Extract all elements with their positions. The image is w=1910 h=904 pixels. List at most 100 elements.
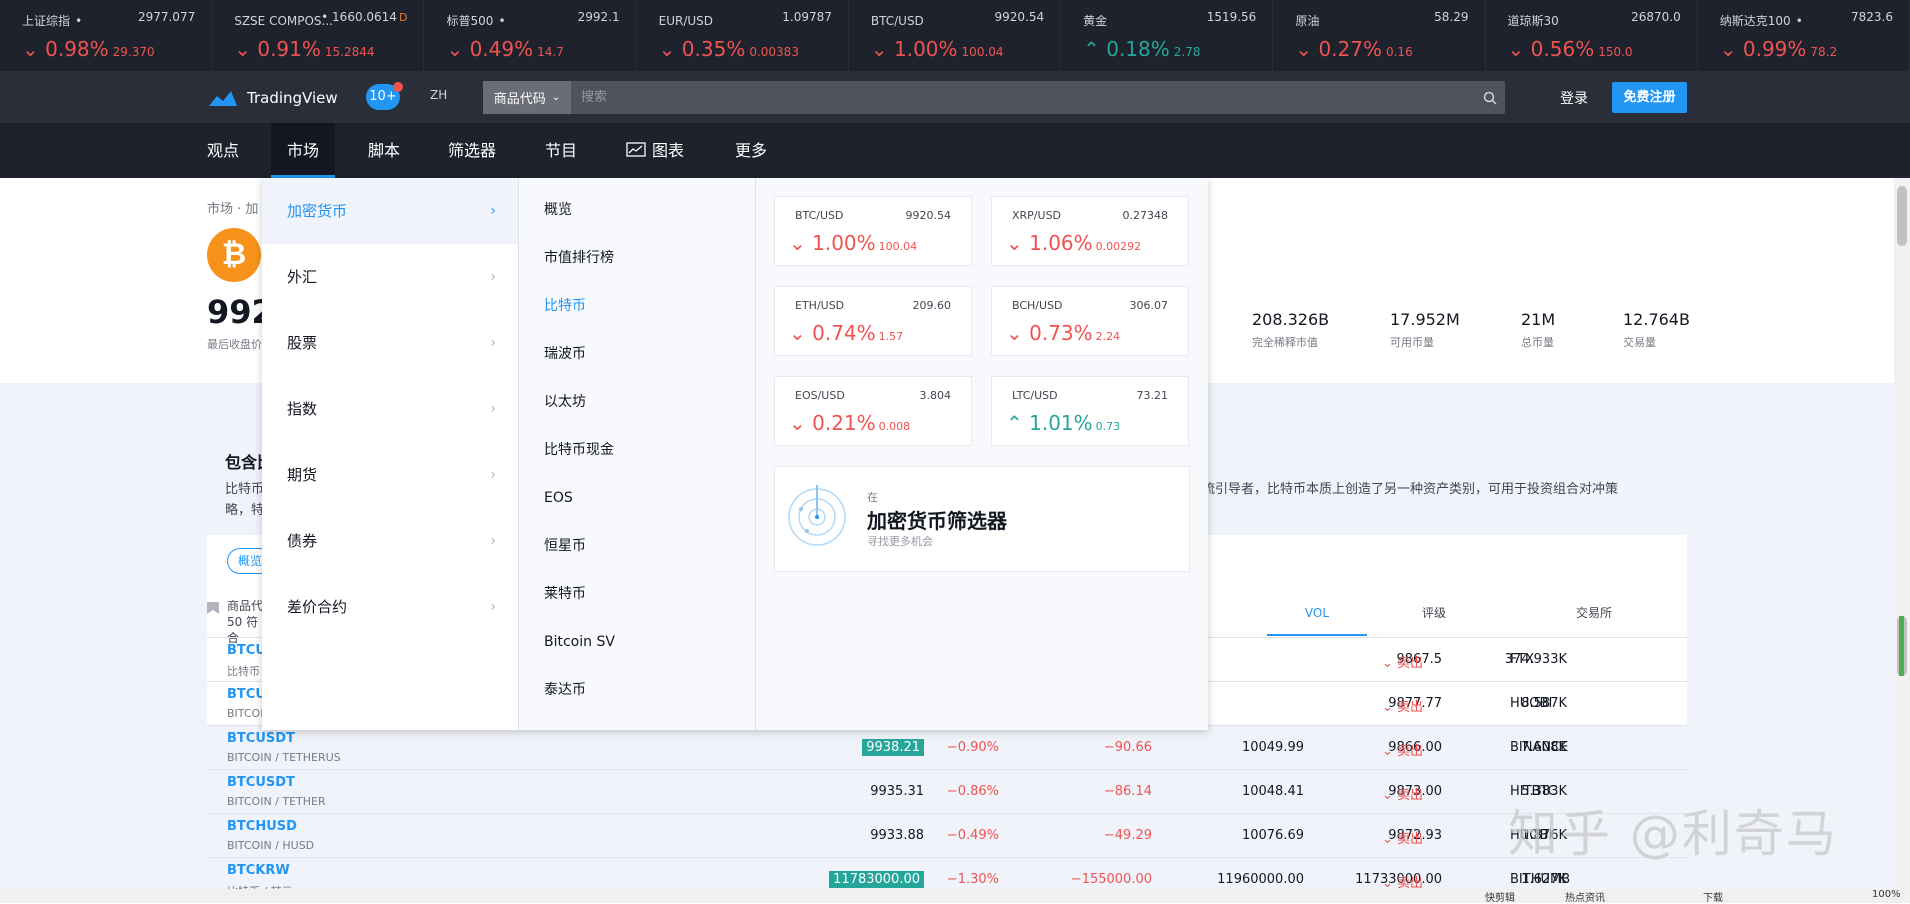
search-input[interactable] [571, 81, 1475, 114]
nav-shows[interactable]: 节目 [545, 123, 577, 178]
nav-ideas[interactable]: 观点 [207, 123, 239, 178]
sub-overview[interactable]: 概览 [519, 186, 755, 234]
chart-icon [626, 142, 646, 157]
quote-card[interactable]: BCH/USD 306.07 ⌄ 0.73% 2.24 [991, 286, 1189, 356]
category-stocks[interactable]: 股票 › [262, 310, 518, 376]
flag-icon [207, 602, 219, 614]
nav-chart[interactable]: 图表 [626, 123, 684, 178]
ticker-change: ⌄ 0.56% 150.0 [1507, 37, 1633, 61]
table-row[interactable]: BTCHUSD BITCOIN / HUSD 9933.88 −0.49% −49… [207, 813, 1687, 857]
ticker-item[interactable]: 上证综指 • 2977.077 ⌄ 0.98% 29.370 [0, 0, 213, 71]
rating-sell: ⌄ 卖出 [1382, 832, 1424, 847]
nav-scripts[interactable]: 脚本 [368, 123, 400, 178]
nav-screener[interactable]: 筛选器 [448, 123, 496, 178]
scroll-marker-green [1899, 616, 1904, 676]
status-zoom[interactable]: 100% [1872, 889, 1901, 900]
ticker-name: SZSE COMPOS... [234, 14, 333, 28]
top-header: TradingView 10+ ZH 商品代码⌄ 登录 免费注册 [0, 71, 1910, 123]
sub-litecoin[interactable]: 莱特币 [519, 570, 755, 618]
ticker-name: 黄金 [1083, 14, 1108, 28]
sub-eos[interactable]: EOS [519, 474, 755, 522]
ticker-item[interactable]: 标普500 • 2992.1 ⌄ 0.49% 14.7 [424, 0, 637, 71]
ticker-price: 2977.077 [137, 10, 196, 24]
notification-badge[interactable]: 10+ [366, 82, 403, 110]
description-text: 略，特 [225, 503, 265, 518]
quote-card[interactable]: EOS/USD 3.804 ⌄ 0.21% 0.008 [774, 376, 972, 446]
sub-bitcoin[interactable]: 比特币 [519, 282, 755, 330]
category-crypto[interactable]: 加密货币 › [262, 178, 518, 244]
rating-sell: ⌄ 卖出 [1382, 700, 1424, 715]
category-bonds[interactable]: 债券 › [262, 508, 518, 574]
chevron-right-icon: › [490, 599, 496, 615]
sub-stellar[interactable]: 恒星币 [519, 522, 755, 570]
ticker-item[interactable]: BTC/USD 9920.54 ⌄ 1.00% 100.04 [849, 0, 1062, 71]
ticker-price: 1.09787 [782, 10, 832, 24]
scroll-thumb[interactable] [1897, 186, 1907, 246]
sub-bitcoin-sv[interactable]: Bitcoin SV [519, 618, 755, 666]
table-row[interactable]: BTCUSDT BITCOIN / TETHER 9935.31 −0.86% −… [207, 769, 1687, 813]
tradingview-logo[interactable]: TradingView [207, 88, 338, 108]
ticker-name: 原油 [1295, 14, 1320, 28]
ticker-price: 58.29 [1434, 10, 1469, 24]
category-forex[interactable]: 外汇 › [262, 244, 518, 310]
chevron-down-icon: ⌄ [551, 92, 561, 103]
register-button[interactable]: 免费注册 [1612, 82, 1687, 113]
sub-bitcoin-cash[interactable]: 比特币现金 [519, 426, 755, 474]
column-vol[interactable]: VOL [1267, 590, 1367, 636]
bitcoin-logo-icon: ₿ [207, 228, 261, 282]
status-download[interactable]: 下载 [1703, 889, 1723, 904]
category-futures[interactable]: 期货 › [262, 442, 518, 508]
sub-ethereum[interactable]: 以太坊 [519, 378, 755, 426]
quote-card[interactable]: LTC/USD 73.21 ⌃ 1.01% 0.73 [991, 376, 1189, 446]
login-link[interactable]: 登录 [1560, 88, 1588, 108]
sub-ripple[interactable]: 瑞波币 [519, 330, 755, 378]
ticker-item[interactable]: SZSE COMPOS... • 1660.0614 D ⌄ 0.91% 15.2844 [212, 0, 425, 71]
logo-text: TradingView [247, 89, 338, 107]
quote-card[interactable]: BTC/USD 9920.54 ⌄ 1.00% 100.04 [774, 196, 972, 266]
ticker-price: 2992.1 [577, 10, 620, 24]
ticker-dot: • [75, 14, 83, 28]
markets-dropdown: 加密货币 › 外汇 › 股票 › 指数 › 期货 › 债券 › 差价合约 › 概览 市值排行榜… [262, 178, 1208, 730]
rating-sell: ⌄ 卖出 [1382, 788, 1424, 803]
watermark: 知乎 @利奇马 [1508, 805, 1838, 863]
search-type-select[interactable]: 商品代码 ⌄ [483, 81, 571, 114]
nav-markets[interactable]: 市场 [271, 123, 336, 178]
sub-market-cap-ranking[interactable]: 市值排行榜 [519, 234, 755, 282]
quote-card[interactable]: ETH/USD 209.60 ⌄ 0.74% 1.57 [774, 286, 972, 356]
ticker-price: 1519.56 [1206, 10, 1257, 24]
ticker-change: ⌄ 1.00% 100.04 [870, 37, 1004, 61]
screener-title: 加密货币筛选器 [867, 509, 1007, 533]
page-scrollbar[interactable] [1894, 178, 1910, 903]
delay-flag: D [398, 11, 408, 24]
sub-tether[interactable]: 泰达币 [519, 666, 755, 714]
ticker-item[interactable]: EUR/USD 1.09787 ⌄ 0.35% 0.00383 [637, 0, 849, 71]
subcategory-list: 概览 市值排行榜 比特币 瑞波币 以太坊 比特币现金 EOS 恒星币 莱特币 B… [519, 178, 756, 730]
status-hot-news[interactable]: 热点资讯 [1565, 889, 1605, 904]
ticker-item[interactable]: 纳斯达克100 • 7823.6 ⌄ 0.99% 78.2 [1698, 0, 1910, 71]
ticker-change: ⌄ 0.27% 0.16 [1295, 37, 1413, 61]
ticker-name: 标普500 [446, 14, 494, 28]
breadcrumb[interactable]: 市场 · 加 [207, 198, 258, 217]
category-indices[interactable]: 指数 › [262, 376, 518, 442]
crypto-screener-promo[interactable]: 在 加密货币筛选器 寻找更多机会 [774, 466, 1190, 572]
browser-status-bar: 快剪辑 热点资讯 下载 100% [0, 889, 1910, 904]
stat-circulating: 17.952M 可用币量 [1390, 310, 1460, 349]
table-row[interactable]: BTCUSDT BITCOIN / TETHERUS 9938.21 −0.90%… [207, 725, 1687, 769]
column-rating[interactable]: 评级 [1369, 590, 1499, 636]
status-quick-clip[interactable]: 快剪辑 [1485, 889, 1515, 904]
nav-more[interactable]: 更多 [735, 123, 767, 178]
ticker-change: ⌄ 0.35% 0.00383 [658, 37, 799, 61]
radar-icon [788, 485, 846, 546]
screener-subtitle: 寻找更多机会 [867, 535, 933, 548]
chevron-right-icon: › [490, 335, 496, 351]
ticker-item[interactable]: 道琼斯30 26870.0 ⌄ 0.56% 150.0 [1486, 0, 1698, 71]
category-cfd[interactable]: 差价合约 › [262, 574, 518, 640]
stat-volume: 12.764B 交易量 [1623, 310, 1690, 349]
quote-card[interactable]: XRP/USD 0.27348 ⌄ 1.06% 0.00292 [991, 196, 1189, 266]
language-switch[interactable]: ZH [430, 88, 447, 102]
ticker-item[interactable]: 原油 58.29 ⌄ 0.27% 0.16 [1273, 0, 1486, 71]
ticker-change: ⌄ 0.99% 78.2 [1719, 37, 1838, 61]
search-icon[interactable] [1475, 91, 1505, 105]
column-exchange[interactable]: 交易所 [1501, 590, 1687, 636]
ticker-item[interactable]: 黄金 1519.56 ⌃ 0.18% 2.78 [1061, 0, 1274, 71]
